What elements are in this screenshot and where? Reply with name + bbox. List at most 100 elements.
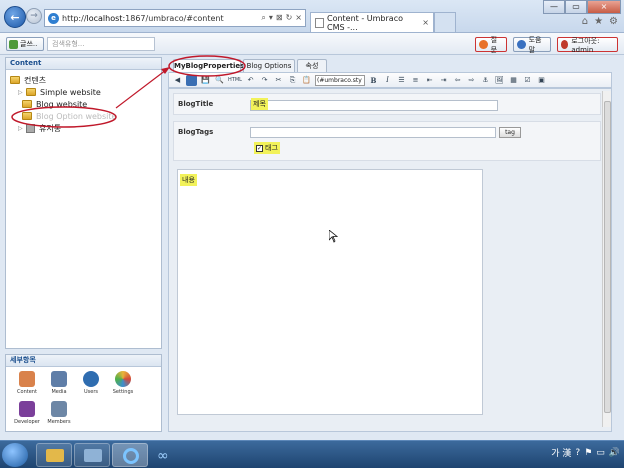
address-bar[interactable]: e http://localhost:1867/umbraco/#content… (44, 9, 306, 27)
stop-icon[interactable]: × (295, 13, 302, 23)
link-icon[interactable]: ⇦ (452, 75, 463, 86)
refresh-icon[interactable]: ↻ (286, 13, 293, 23)
folder-icon (26, 88, 36, 96)
anchor-icon[interactable]: ⚓ (480, 75, 491, 86)
browser-chrome: ← → e http://localhost:1867/umbraco/#con… (0, 0, 624, 33)
taskbar-app2[interactable] (74, 443, 110, 467)
dropdown-icon[interactable]: ▾ (269, 13, 273, 23)
save-publish-icon[interactable]: 💾 (200, 75, 211, 86)
bullet-list-icon[interactable]: ☰ (396, 75, 407, 86)
help-icon[interactable]: ? (575, 448, 580, 458)
expand-arrow-icon[interactable]: ▷ (18, 125, 26, 132)
section-media[interactable]: Media (44, 371, 74, 401)
section-members[interactable]: Members (44, 401, 74, 431)
section-developer[interactable]: Developer (12, 401, 42, 431)
home-icon[interactable]: ⌂ (582, 16, 588, 27)
ime-indicator[interactable]: 가 漢 (551, 446, 571, 459)
search-icon[interactable]: ⌕ (261, 13, 265, 23)
favorites-star-icon[interactable]: ★ (594, 16, 603, 27)
content-tree-panel: Content 컨텐츠 ▷ Simple website Blog websit… (5, 57, 162, 349)
users-section-icon (83, 371, 99, 387)
tag-checkbox-row[interactable]: ✓ 태그 (254, 142, 280, 154)
more-icon[interactable]: ▣ (536, 75, 547, 86)
logout-icon (561, 40, 569, 49)
tree-node-simple-website[interactable]: ▷ Simple website (10, 86, 161, 98)
about-button[interactable]: 도움말 (513, 36, 551, 54)
redo-icon[interactable]: ↷ (259, 75, 270, 86)
taskbar-ie[interactable] (112, 443, 148, 467)
browser-tab-content[interactable]: Content - Umbraco CMS -... × (310, 12, 434, 32)
tab-myblogproperties[interactable]: MyBlogProperties (173, 59, 244, 72)
style-select[interactable]: (#umbraco.sty (315, 74, 365, 86)
tree-node-blog-website[interactable]: Blog website (10, 98, 161, 110)
paste-icon[interactable]: 📋 (301, 75, 312, 86)
italic-button[interactable]: I (382, 75, 393, 86)
back-button[interactable]: ← (4, 6, 26, 28)
monitor-icon[interactable]: ▭ (596, 448, 605, 458)
tree-node-recycle-bin[interactable]: ▷ 휴지통 (10, 122, 161, 134)
numbered-list-icon[interactable]: ≡ (410, 75, 421, 86)
document-editor: BlogTitle 제목 BlogTags tag ✓ 태그 내용 (168, 88, 612, 432)
body-text-value: 내용 (180, 174, 197, 186)
indent-icon[interactable]: ⇥ (438, 75, 449, 86)
checkbox-checked-icon[interactable]: ✓ (256, 144, 263, 152)
tree-node-blog-option-website[interactable]: Blog Option website (10, 110, 161, 122)
forward-button[interactable]: → (26, 8, 42, 24)
outdent-icon[interactable]: ⇤ (424, 75, 435, 86)
search-input[interactable]: 검색유형... (47, 37, 155, 51)
preview-icon[interactable]: 🔍 (214, 75, 225, 86)
document-tabs: MyBlogProperties Blog Options 속성 (168, 59, 618, 73)
volume-icon[interactable]: 🔊 (609, 448, 620, 458)
undo-icon[interactable]: ↶ (245, 75, 256, 86)
create-button[interactable]: 글쓰.. (6, 37, 44, 51)
tab-blog-options[interactable]: Blog Options (243, 59, 295, 72)
rich-text-editor[interactable]: 내용 (177, 169, 483, 415)
info-icon (517, 40, 526, 49)
tab-close-icon[interactable]: × (422, 18, 429, 27)
unlink-icon[interactable]: ⇨ (466, 75, 477, 86)
html-source-button[interactable]: HTML (228, 75, 242, 86)
image-icon[interactable]: 🖼 (494, 75, 505, 86)
copy-icon[interactable]: ⎘ (287, 75, 298, 86)
tree-node-root[interactable]: 컨텐츠 (10, 74, 161, 86)
taskbar-explorer[interactable] (36, 443, 72, 467)
mouse-cursor-icon (329, 230, 338, 243)
members-section-icon (51, 401, 67, 417)
scrollbar-thumb[interactable] (604, 101, 611, 413)
collapse-icon[interactable]: ◀ (172, 75, 183, 86)
section-users[interactable]: Users (76, 371, 106, 401)
tag-checkbox-label: 태그 (265, 144, 278, 152)
section-settings[interactable]: Settings (108, 371, 138, 401)
tools-gear-icon[interactable]: ⚙ (609, 16, 618, 27)
settings-section-icon (115, 371, 131, 387)
tag-button[interactable]: tag (499, 127, 521, 138)
forward-arrow-icon: → (30, 11, 38, 21)
tab-properties[interactable]: 속성 (297, 59, 327, 72)
bold-button[interactable]: B (368, 75, 379, 86)
logout-button[interactable]: 로그아웃: admin (557, 37, 618, 54)
back-arrow-icon: ← (10, 10, 20, 24)
help-button[interactable]: 질문 (475, 36, 507, 54)
folder-icon (22, 112, 32, 120)
minimize-button[interactable]: — (543, 0, 565, 14)
table-icon[interactable]: ▦ (508, 75, 519, 86)
start-button[interactable] (2, 443, 28, 467)
sections-panel: 세부항목 Content Media Users Settings Develo… (5, 354, 162, 432)
save-icon[interactable] (186, 74, 197, 86)
address-url[interactable]: http://localhost:1867/umbraco/#content (62, 14, 261, 23)
taskbar-visualstudio[interactable]: ∞ (150, 443, 186, 467)
compat-view-icon[interactable]: ⊠ (276, 13, 283, 23)
blog-title-input[interactable]: 제목 (250, 98, 498, 111)
flag-icon[interactable]: ⚑ (584, 448, 592, 458)
blog-tags-label: BlogTags (178, 128, 214, 136)
blog-tags-input[interactable] (250, 127, 496, 138)
window-close-button[interactable]: × (587, 0, 621, 14)
umbraco-topbar: 글쓰.. 검색유형... 질문 도움말 로그아웃: admin (0, 33, 624, 55)
section-content[interactable]: Content (12, 371, 42, 401)
maximize-button[interactable]: ▭ (565, 0, 587, 14)
new-tab-button[interactable] (434, 12, 456, 32)
cut-icon[interactable]: ✂ (273, 75, 284, 86)
editor-scrollbar[interactable] (602, 91, 611, 427)
expand-arrow-icon[interactable]: ▷ (18, 89, 26, 96)
macro-icon[interactable]: ☑ (522, 75, 533, 86)
